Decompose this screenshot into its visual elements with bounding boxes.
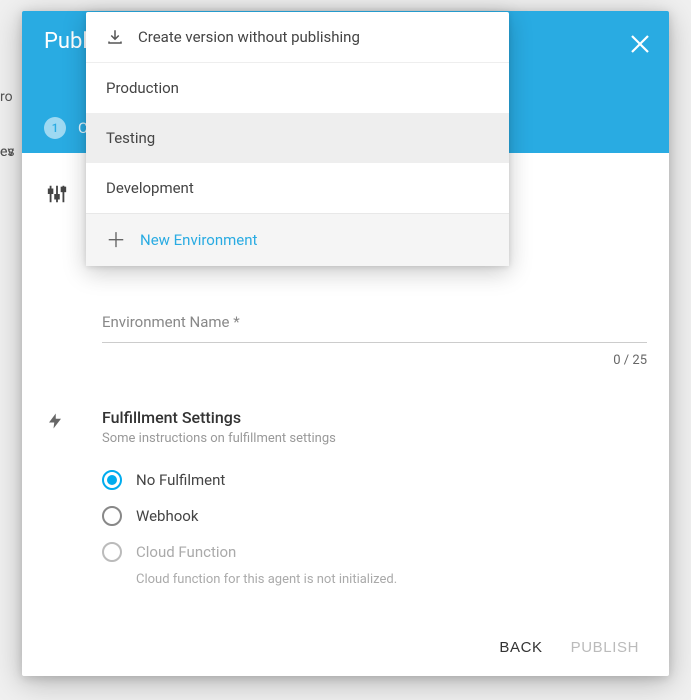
radio-icon: [102, 506, 122, 526]
fulfillment-title: Fulfillment Settings: [102, 408, 647, 427]
download-icon: [106, 28, 124, 46]
radio-webhook[interactable]: Webhook: [102, 498, 647, 534]
dropdown-create-without-publish[interactable]: Create version without publishing: [86, 12, 509, 63]
dropdown-env-production[interactable]: Production: [86, 63, 509, 113]
dropdown-new-environment[interactable]: ＋ New Environment: [86, 213, 509, 266]
back-button[interactable]: BACK: [499, 639, 542, 656]
radio-icon: [102, 542, 122, 562]
input-underline: [102, 337, 647, 343]
radio-icon: [102, 470, 122, 490]
environment-name-field[interactable]: Environment Name * 0 / 25: [102, 313, 647, 368]
dropdown-item-label: New Environment: [140, 231, 257, 249]
environment-name-label: Environment Name *: [102, 313, 647, 331]
close-button[interactable]: [629, 33, 651, 55]
modal-footer: BACK PUBLISH: [22, 621, 669, 676]
bolt-icon: [44, 408, 102, 587]
radio-no-fulfillment[interactable]: No Fulfilment: [102, 462, 647, 498]
fulfillment-subtitle: Some instructions on fulfillment setting…: [102, 431, 647, 446]
publish-button[interactable]: PUBLISH: [571, 639, 639, 656]
char-counter: 0 / 25: [102, 353, 647, 368]
dropdown-item-label: Production: [106, 79, 179, 97]
environment-dropdown: Create version without publishing Produc…: [86, 12, 509, 266]
background-text: ev: [0, 144, 14, 160]
plus-icon: ＋: [106, 230, 126, 250]
dropdown-item-label: Create version without publishing: [138, 28, 360, 46]
radio-cloud-function: Cloud Function: [102, 534, 647, 570]
dropdown-env-testing[interactable]: Testing: [86, 113, 509, 163]
dropdown-env-development[interactable]: Development: [86, 163, 509, 213]
radio-label: No Fulfilment: [136, 471, 225, 489]
dropdown-item-label: Testing: [106, 129, 155, 147]
step-number: 1: [44, 117, 66, 139]
radio-label: Cloud Function: [136, 543, 236, 561]
close-icon: [629, 33, 651, 55]
background-text: ro: [0, 89, 13, 105]
fulfillment-radio-group: No Fulfilment Webhook Cloud Function Clo…: [102, 462, 647, 587]
fulfillment-section: Fulfillment Settings Some instructions o…: [44, 368, 647, 587]
cloud-function-hint: Cloud function for this agent is not ini…: [136, 572, 647, 587]
dropdown-item-label: Development: [106, 179, 194, 197]
radio-label: Webhook: [136, 507, 198, 525]
